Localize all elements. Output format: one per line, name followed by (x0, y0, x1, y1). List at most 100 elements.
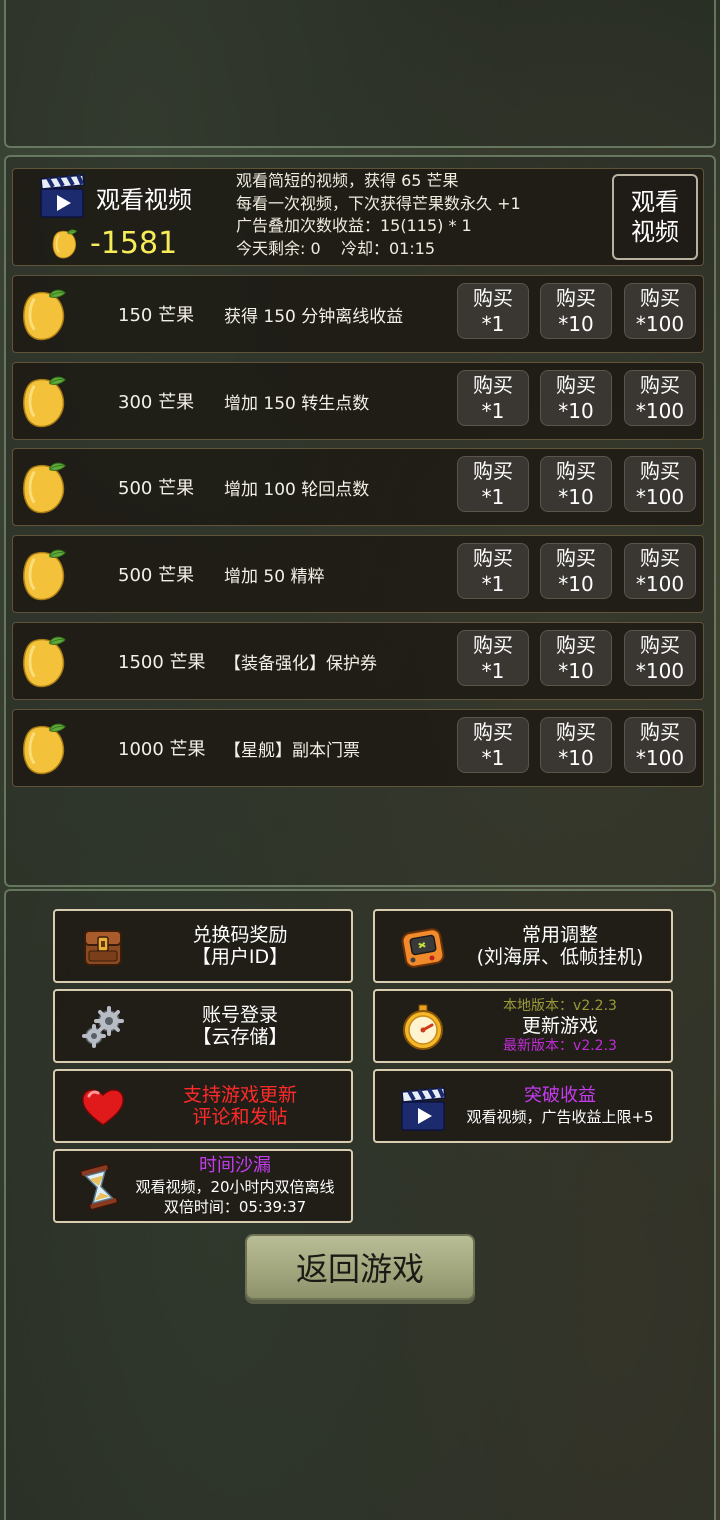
buy-quantity: *100 (635, 572, 685, 596)
buy-button-x10[interactable]: 购买 *10 (540, 370, 612, 426)
item-price: 1000 芒果 (118, 739, 206, 760)
latest-version: 最新版本：v2.2.3 (503, 1038, 617, 1054)
buy-quantity: *1 (481, 572, 505, 596)
buy-button-x100[interactable]: 购买 *100 (624, 283, 696, 339)
buy-button-x10[interactable]: 购买 *10 (540, 630, 612, 686)
watch-video-button-label: 观看 视频 (631, 188, 679, 246)
video-title: 观看视频 (96, 186, 192, 214)
support-label: 支持游戏更新 (182, 1084, 297, 1106)
buy-label: 购买 (556, 546, 596, 570)
mango-icon (52, 228, 78, 259)
hourglass-desc: 观看视频，20小时内双倍离线 (135, 1178, 335, 1196)
buy-quantity: *1 (481, 312, 505, 336)
item-price: 500 芒果 (118, 478, 195, 499)
buy-label: 购买 (640, 459, 680, 483)
buy-label: 购买 (640, 720, 680, 744)
buy-label: 购买 (473, 720, 513, 744)
item-description: 增加 150 转生点数 (224, 394, 370, 414)
item-description: 【星舰】副本门票 (224, 741, 360, 761)
buy-button-x1[interactable]: 购买 *1 (457, 717, 529, 773)
item-price: 150 芒果 (118, 305, 195, 326)
buy-button-x100[interactable]: 购买 *100 (624, 543, 696, 599)
buy-button-x1[interactable]: 购买 *1 (457, 370, 529, 426)
buy-button-x100[interactable]: 购买 *100 (624, 717, 696, 773)
buy-button-x1[interactable]: 购买 *1 (457, 456, 529, 512)
update-game-button[interactable]: 本地版本：v2.2.3 更新游戏 最新版本：v2.2.3 (373, 989, 673, 1063)
buy-button-x10[interactable]: 购买 *10 (540, 283, 612, 339)
buy-quantity: *10 (558, 399, 594, 423)
buy-quantity: *10 (558, 746, 594, 770)
buy-button-x10[interactable]: 购买 *10 (540, 717, 612, 773)
buy-button-x100[interactable]: 购买 *100 (624, 456, 696, 512)
gears-icon (82, 1006, 124, 1048)
buy-quantity: *10 (558, 485, 594, 509)
account-label: 账号登录 (201, 1004, 278, 1026)
heart-icon (81, 1089, 125, 1126)
video-description: 观看简短的视频，获得 65 芒果 每看一次视频，下次获得芒果数永久 +1 广告叠… (236, 170, 521, 260)
buy-button-x1[interactable]: 购买 *1 (457, 543, 529, 599)
video-desc-line: 每看一次视频，下次获得芒果数永久 +1 (236, 193, 521, 213)
buy-label: 购买 (556, 633, 596, 657)
account-login-button[interactable]: 账号登录 【云存储】 (53, 989, 353, 1063)
return-label: 返回游戏 (295, 1250, 424, 1288)
buy-button-x10[interactable]: 购买 *10 (540, 456, 612, 512)
hourglass-button[interactable]: 时间沙漏 观看视频，20小时内双倍离线 双倍时间：05:39:37 (53, 1149, 353, 1223)
local-version: 本地版本：v2.2.3 (503, 998, 617, 1014)
stopwatch-icon (403, 1004, 443, 1050)
common-settings-button[interactable]: 常用调整 (刘海屏、低帧挂机) (373, 909, 673, 983)
buy-quantity: *100 (635, 485, 685, 509)
gameboy-icon (401, 928, 445, 968)
support-sublabel: 评论和发帖 (192, 1106, 288, 1128)
buy-label: 购买 (640, 373, 680, 397)
buy-quantity: *1 (481, 746, 505, 770)
breakthrough-income-button[interactable]: 突破收益 观看视频，广告收益上限+5 (373, 1069, 673, 1143)
buy-button-x100[interactable]: 购买 *100 (624, 630, 696, 686)
watch-video-button[interactable]: 观看 视频 (612, 174, 698, 260)
top-panel (4, 0, 716, 148)
buy-button-x100[interactable]: 购买 *100 (624, 370, 696, 426)
video-desc-line: 广告叠加次数收益：15(115) * 1 (236, 216, 472, 235)
buy-label: 购买 (640, 546, 680, 570)
buy-label: 购买 (640, 286, 680, 310)
breakthrough-title: 突破收益 (524, 1085, 596, 1106)
update-text: 本地版本：v2.2.3 更新游戏 最新版本：v2.2.3 (455, 991, 665, 1061)
buy-label: 购买 (556, 459, 596, 483)
buy-label: 购买 (473, 546, 513, 570)
buy-label: 购买 (556, 720, 596, 744)
buy-label: 购买 (640, 633, 680, 657)
buy-quantity: *1 (481, 659, 505, 683)
account-text: 账号登录 【云存储】 (135, 991, 345, 1061)
buy-quantity: *1 (481, 485, 505, 509)
buy-quantity: *100 (635, 312, 685, 336)
settings-label: 常用调整 (521, 924, 598, 946)
buy-label: 购买 (473, 633, 513, 657)
buy-quantity: *100 (635, 399, 685, 423)
video-desc-line: 今天剩余: 0 冷却：01:15 (236, 238, 436, 258)
backpack-icon (84, 930, 122, 966)
mango-icon (22, 288, 67, 341)
clapperboard-icon (39, 173, 86, 219)
buy-label: 购买 (473, 286, 513, 310)
hourglass-icon (80, 1163, 118, 1211)
mango-count: -1581 (90, 226, 178, 261)
item-description: 【装备强化】保护券 (224, 654, 377, 674)
double-time: 双倍时间：05:39:37 (163, 1198, 307, 1216)
buy-button-x1[interactable]: 购买 *1 (457, 283, 529, 339)
item-description: 增加 50 精粹 (224, 567, 325, 587)
redeem-code-button[interactable]: 兑换码奖励 【用户ID】 (53, 909, 353, 983)
item-description: 增加 100 轮回点数 (224, 480, 370, 500)
buy-button-x10[interactable]: 购买 *10 (540, 543, 612, 599)
clapperboard-icon (400, 1086, 447, 1132)
support-game-button[interactable]: 支持游戏更新 评论和发帖 (53, 1069, 353, 1143)
support-text: 支持游戏更新 评论和发帖 (135, 1071, 345, 1141)
buy-quantity: *1 (481, 399, 505, 423)
mango-icon (22, 548, 67, 601)
hourglass-text: 时间沙漏 观看视频，20小时内双倍离线 双倍时间：05:39:37 (125, 1151, 345, 1221)
mango-icon (22, 461, 67, 514)
item-description: 获得 150 分钟离线收益 (224, 307, 404, 327)
breakthrough-desc: 观看视频，广告收益上限+5 (466, 1108, 654, 1126)
redeem-label: 兑换码奖励 (192, 924, 288, 946)
return-to-game-button[interactable]: 返回游戏 (245, 1234, 475, 1300)
buy-button-x1[interactable]: 购买 *1 (457, 630, 529, 686)
buy-quantity: *10 (558, 572, 594, 596)
